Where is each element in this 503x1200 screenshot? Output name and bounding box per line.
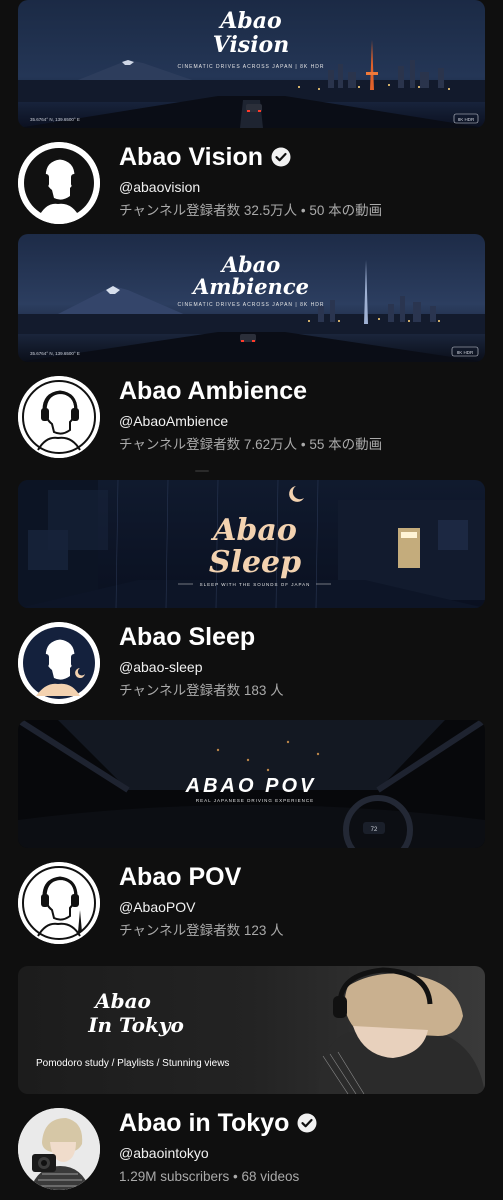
- banner-title-line2: Vision: [213, 32, 289, 58]
- channel-banner-ambience[interactable]: Abao Ambience CINEMATIC DRIVES ACROSS JA…: [18, 234, 485, 362]
- channel-info-ambience: Abao Ambience @AbaoAmbience チャンネル登録者数 7.…: [119, 376, 493, 454]
- channel-name-text: Abao Vision: [119, 143, 264, 171]
- channel-info-vision: Abao Vision @abaovision チャンネル登録者数 32.5万人…: [119, 142, 493, 220]
- banner-tagline: Pomodoro study / Playlists / Stunning vi…: [36, 1058, 229, 1069]
- banner-subtitle: REAL JAPANESE DRIVING EXPERIENCE: [196, 798, 314, 803]
- channel-banner-in-tokyo[interactable]: Abao In Tokyo Pomodoro study / Playlists…: [18, 966, 485, 1094]
- banner-coordinates: 35.6764° N, 139.6500° E: [30, 351, 80, 356]
- channel-name-text: Abao Sleep: [119, 623, 256, 651]
- channel-handle: @abaointokyo: [119, 1145, 209, 1161]
- banner-title-line1: Abao: [93, 989, 151, 1013]
- channel-handle: @AbaoPOV: [119, 899, 196, 915]
- banner-title-line1: Abao: [210, 513, 297, 548]
- banner-title: ABAO POV: [185, 775, 317, 797]
- channel-name[interactable]: Abao Ambience: [119, 376, 493, 406]
- verified-check-icon: [271, 147, 291, 167]
- verified-check-icon: [297, 1113, 317, 1133]
- channel-handle: @abaovision: [119, 179, 201, 195]
- channel-banner-vision[interactable]: Abao Vision CINEMATIC DRIVES ACROSS JAPA…: [18, 0, 485, 128]
- channel-stats: チャンネル登録者数 123 人: [119, 923, 284, 938]
- channel-avatar-pov[interactable]: [18, 862, 100, 944]
- channel-stats: 1.29M subscribers • 68 videos: [119, 1169, 300, 1184]
- channel-stats: チャンネル登録者数 32.5万人 • 50 本の動画: [119, 203, 383, 218]
- channel-name-text: Abao Ambience: [119, 377, 308, 405]
- channel-name-text: Abao POV: [119, 863, 242, 891]
- channel-name[interactable]: Abao in Tokyo: [119, 1108, 493, 1138]
- channel-name[interactable]: Abao POV: [119, 862, 493, 892]
- banner-coordinates: 35.6764° N, 139.6500° E: [30, 117, 80, 122]
- channel-avatar-ambience[interactable]: [18, 376, 100, 458]
- banner-badge: 8K HDR: [458, 117, 475, 122]
- channel-info-sleep: Abao Sleep @abao-sleep チャンネル登録者数 183 人: [119, 622, 493, 700]
- banner-title-line2: In Tokyo: [87, 1013, 184, 1037]
- channel-banner-sleep[interactable]: Abao Sleep SLEEP WITH THE SOUNDS OF JAPA…: [18, 480, 485, 608]
- banner-subtitle: CINEMATIC DRIVES ACROSS JAPAN | 8K HDR: [178, 302, 325, 308]
- channel-info-pov: Abao POV @AbaoPOV チャンネル登録者数 123 人: [119, 862, 493, 940]
- banner-subtitle: CINEMATIC DRIVES ACROSS JAPAN | 8K HDR: [178, 64, 325, 70]
- dashboard-speed: 72: [371, 827, 378, 833]
- section-divider: [195, 470, 209, 472]
- channel-info-in-tokyo: Abao in Tokyo @abaointokyo 1.29M subscri…: [119, 1108, 493, 1186]
- banner-title-line1: Abao: [218, 8, 281, 34]
- channel-handle: @AbaoAmbience: [119, 413, 229, 429]
- channel-banner-pov[interactable]: 72 ABAO POV REAL JAPANESE DRIVING EXPERI…: [18, 720, 485, 848]
- channel-name[interactable]: Abao Sleep: [119, 622, 493, 652]
- channel-name-text: Abao in Tokyo: [119, 1109, 290, 1137]
- channel-avatar-sleep[interactable]: [18, 622, 100, 704]
- banner-badge: 8K HDR: [457, 350, 474, 355]
- channel-stats: チャンネル登録者数 183 人: [119, 683, 284, 698]
- banner-title-line2: Sleep: [209, 545, 301, 580]
- banner-subtitle: SLEEP WITH THE SOUNDS OF JAPAN: [200, 582, 311, 587]
- channel-avatar-vision[interactable]: [18, 142, 100, 224]
- channel-stats: チャンネル登録者数 7.62万人 • 55 本の動画: [119, 437, 383, 452]
- banner-title-line2: Ambience: [191, 274, 309, 299]
- channel-name[interactable]: Abao Vision: [119, 142, 493, 172]
- channel-avatar-in-tokyo[interactable]: [18, 1108, 100, 1190]
- channel-handle: @abao-sleep: [119, 659, 203, 675]
